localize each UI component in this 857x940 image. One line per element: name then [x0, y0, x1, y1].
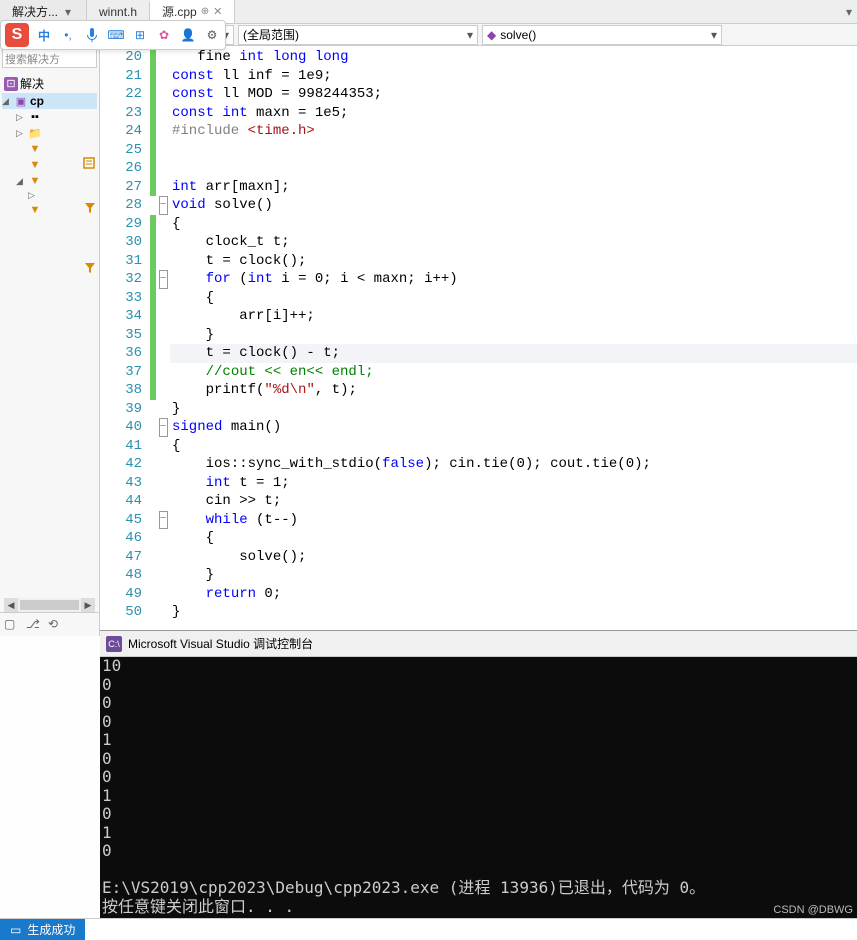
- sidebar-footer: ▢ ⎇ ⟲: [0, 612, 99, 636]
- global-scope-label: (全局范围): [243, 26, 299, 43]
- tree-row[interactable]: ▷ ▪▪: [2, 109, 97, 125]
- expand-arrow-icon[interactable]: ▷: [16, 112, 26, 123]
- build-status[interactable]: ▭ 生成成功: [0, 919, 85, 940]
- pin-icon[interactable]: ⊕: [201, 6, 209, 17]
- user-icon[interactable]: 👤: [179, 26, 197, 44]
- clipped-toolbar-icon[interactable]: [82, 261, 98, 275]
- box-icon[interactable]: ▢: [4, 617, 20, 633]
- global-scope-dropdown[interactable]: (全局范围) ▾: [238, 25, 478, 45]
- solution-node[interactable]: ⊡ 解决: [2, 74, 97, 93]
- fold-column[interactable]: − − − −: [156, 46, 170, 636]
- filter-folder-icon: ▼: [28, 142, 42, 156]
- project-label: cp: [30, 94, 44, 108]
- console-output[interactable]: 10 0 0 0 1 0 0 1 0 1 0 E:\VS2019\cpp2023…: [100, 657, 857, 918]
- solution-label: 解决: [20, 75, 44, 92]
- file-tab-label: winnt.h: [99, 5, 137, 19]
- watermark: CSDN @DBWG: [773, 904, 853, 916]
- microphone-icon[interactable]: [83, 26, 101, 44]
- symbol-scope-label: solve(): [500, 28, 536, 42]
- fold-toggle[interactable]: −: [159, 270, 168, 289]
- solution-search-input[interactable]: 搜索解决方: [2, 48, 97, 68]
- function-icon: ◆: [487, 28, 496, 42]
- status-bar: ▭ 生成成功: [0, 918, 857, 940]
- console-titlebar[interactable]: C:\ Microsoft Visual Studio 调试控制台: [100, 631, 857, 657]
- external-deps-icon: 📁: [28, 126, 42, 140]
- sogou-logo-icon[interactable]: S: [5, 23, 29, 47]
- scroll-thumb[interactable]: [20, 600, 79, 610]
- gear-icon[interactable]: ⚙: [203, 26, 221, 44]
- fold-toggle[interactable]: −: [159, 511, 168, 530]
- file-tab-winnt[interactable]: winnt.h: [87, 2, 150, 22]
- line-number-gutter: 2021222324252627282930313233343536373839…: [100, 46, 150, 636]
- code-content[interactable]: fine int long longconst ll inf = 1e9;con…: [170, 46, 857, 636]
- solution-icon: ⊡: [4, 77, 18, 91]
- main-split: 搜索解决方 ⊡ 解决 ◢ ▣ cp ▷ ▪▪ ▷ 📁: [0, 46, 857, 636]
- search-placeholder: 搜索解决方: [5, 54, 60, 66]
- clipped-toolbar-icon[interactable]: [82, 201, 98, 215]
- solution-explorer-sidebar: 搜索解决方 ⊡ 解决 ◢ ▣ cp ▷ ▪▪ ▷ 📁: [0, 46, 100, 636]
- fold-toggle[interactable]: −: [159, 418, 168, 437]
- symbol-scope-dropdown[interactable]: ◆ solve() ▾: [482, 25, 722, 45]
- ime-punct-icon[interactable]: •,: [59, 26, 77, 44]
- solution-tree[interactable]: ⊡ 解决 ◢ ▣ cp ▷ ▪▪ ▷ 📁 ▼: [0, 70, 99, 222]
- debug-console-window: C:\ Microsoft Visual Studio 调试控制台 10 0 0…: [100, 630, 857, 918]
- expand-arrow-icon[interactable]: ▷: [28, 190, 38, 201]
- build-status-label: 生成成功: [27, 921, 75, 938]
- flower-icon[interactable]: ✿: [155, 26, 173, 44]
- horizontal-scrollbar[interactable]: ◀ ▶: [4, 598, 95, 612]
- references-icon: ▪▪: [28, 110, 42, 124]
- cpp-project-icon: ▣: [14, 94, 28, 108]
- gamepad-icon[interactable]: ⊞: [131, 26, 149, 44]
- close-icon[interactable]: ✕: [213, 5, 222, 18]
- chevron-down-icon: ▾: [711, 28, 717, 42]
- vs-console-icon: C:\: [106, 636, 122, 652]
- tree-row[interactable]: ▼: [2, 141, 97, 157]
- expand-arrow-icon[interactable]: ▷: [16, 128, 26, 139]
- file-tab-label: 源.cpp: [162, 3, 197, 20]
- scroll-right-arrow[interactable]: ▶: [81, 598, 95, 612]
- chevron-down-icon[interactable]: ▾: [62, 5, 74, 19]
- filter-folder-icon: ▼: [28, 174, 42, 188]
- filter-folder-icon: ▼: [28, 158, 42, 172]
- git-icon[interactable]: ⎇: [26, 617, 42, 633]
- ime-lang-toggle[interactable]: 中: [35, 26, 53, 44]
- console-title-text: Microsoft Visual Studio 调试控制台: [128, 635, 313, 652]
- tree-row[interactable]: ▷ 📁: [2, 125, 97, 141]
- fold-toggle[interactable]: −: [159, 196, 168, 215]
- expand-arrow-icon[interactable]: ◢: [16, 176, 26, 187]
- code-editor[interactable]: 2021222324252627282930313233343536373839…: [100, 46, 857, 636]
- check-icon: ▭: [10, 923, 21, 937]
- solution-tab-label: 解决方...: [12, 3, 58, 20]
- tab-overflow-icon[interactable]: ▾: [845, 5, 857, 19]
- sync-icon[interactable]: ⟲: [48, 617, 64, 633]
- expand-arrow-icon[interactable]: ◢: [2, 96, 12, 107]
- filter-folder-icon: ▼: [28, 203, 42, 217]
- keyboard-icon[interactable]: ⌨: [107, 26, 125, 44]
- tree-row[interactable]: ◢ ▼: [2, 173, 97, 189]
- project-node[interactable]: ◢ ▣ cp: [2, 93, 97, 109]
- chevron-down-icon: ▾: [467, 28, 473, 42]
- clipped-toolbar-icon[interactable]: [82, 156, 98, 170]
- ime-toolbar[interactable]: S 中 •, ⌨ ⊞ ✿ 👤 ⚙: [0, 20, 226, 50]
- scroll-left-arrow[interactable]: ◀: [4, 598, 18, 612]
